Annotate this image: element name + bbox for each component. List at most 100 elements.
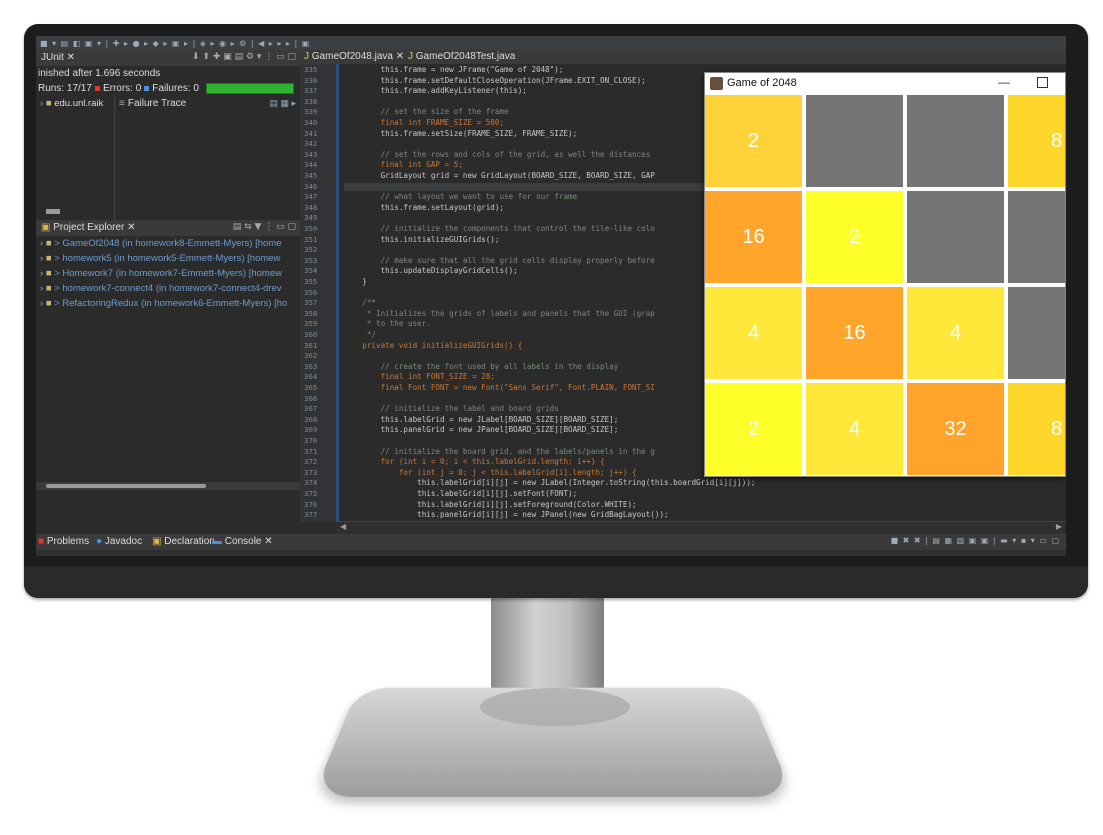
project-explorer-tab-label: Project Explorer bbox=[53, 222, 124, 233]
code-line: this.labelGrid[i][j] = new JLabel(Intege… bbox=[344, 479, 1064, 488]
project-item-label: > homework5 (in homework5-Emmett-Myers) … bbox=[54, 253, 280, 264]
tab-label: Javadoc bbox=[105, 536, 142, 547]
junit-scroll-thumb[interactable] bbox=[46, 209, 60, 214]
filter-icon[interactable]: ▤ ▦ ▸ bbox=[269, 98, 296, 109]
grid-tile bbox=[806, 95, 903, 187]
maximize-icon[interactable] bbox=[1037, 77, 1048, 88]
tab-problems[interactable]: ■ Problems bbox=[38, 536, 89, 547]
line-number: 337 bbox=[304, 87, 317, 96]
line-number: 365 bbox=[304, 384, 317, 393]
project-item-label: > homework7-connect4 (in homework7-conne… bbox=[54, 283, 281, 294]
line-number: 362 bbox=[304, 352, 317, 361]
line-number: 360 bbox=[304, 331, 317, 340]
line-number: 336 bbox=[304, 77, 317, 86]
junit-errors: Errors: 0 bbox=[103, 83, 141, 94]
junit-progress-bar bbox=[206, 83, 294, 94]
close-icon[interactable]: ✕ bbox=[67, 52, 75, 63]
project-item-label: > GameOf2048 (in homework8-Emmett-Myers)… bbox=[54, 238, 281, 249]
monitor-chin bbox=[24, 566, 1088, 598]
monitor-stand-neck bbox=[491, 596, 604, 700]
line-number: 370 bbox=[304, 437, 317, 446]
game-titlebar: Game of 2048 — bbox=[705, 73, 1065, 95]
line-number: 342 bbox=[304, 140, 317, 149]
grid-tile: 16 bbox=[705, 191, 802, 283]
tab-project-explorer[interactable]: ▣ Project Explorer ✕ bbox=[38, 222, 139, 233]
project-item[interactable]: › ■ > Homework7 (in homework7-Emmett-Mye… bbox=[36, 266, 300, 281]
project-explorer-tabbar: ▣ Project Explorer ✕ ▤ ⇆ ▼ ⋮ ▭ ▢ bbox=[36, 220, 300, 236]
tab-console[interactable]: ▬ Console ✕ bbox=[212, 536, 273, 547]
tab-javadoc[interactable]: ● Javadoc bbox=[96, 536, 142, 547]
junit-tab-label: JUnit bbox=[41, 52, 64, 63]
scroll-right-icon[interactable]: ▶ bbox=[1056, 522, 1062, 531]
scroll-thumb[interactable] bbox=[46, 484, 206, 488]
line-number: 374 bbox=[304, 479, 317, 488]
editor-hscroll[interactable]: ◀ ▶ bbox=[336, 521, 1066, 534]
junit-tabbar: JUnit ✕ ⬇ ⬆ ✚ ▣ ▤ ⚙ ▾ ⋮ ▭ ▢ bbox=[36, 50, 300, 66]
junit-tree-item[interactable]: › ■ edu.unl.raik bbox=[36, 96, 118, 111]
close-icon[interactable]: ✕ bbox=[127, 222, 135, 233]
editor-tabbar: J GameOf2048.java ✕ J GameOf2048Test.jav… bbox=[300, 50, 1066, 64]
code-line: this.labelGrid[i][j].setForeground(Color… bbox=[344, 501, 1064, 510]
java-app-icon bbox=[710, 77, 723, 90]
line-number: 366 bbox=[304, 395, 317, 404]
line-number: 343 bbox=[304, 151, 317, 160]
project-item-label: > RefactoringRedux (in homework6-Emmett-… bbox=[54, 298, 287, 309]
line-number: 359 bbox=[304, 320, 317, 329]
project-item[interactable]: › ■ > homework7-connect4 (in homework7-c… bbox=[36, 281, 300, 296]
console-toolbar-icons[interactable]: ■ ✖ ✖ | ▤ ▦ ▧ ▣ ▣ | ▬ ▾ ▪ ▾ ▭ ▢ bbox=[891, 536, 1060, 545]
grid-tile: 8 bbox=[1008, 95, 1065, 187]
junit-runs: Runs: 17/17 bbox=[38, 83, 92, 94]
tab-declaration[interactable]: ▣ Declaration bbox=[152, 536, 215, 547]
line-number-gutter: 335 336 337 338 339 340 341 342 343 344 345 346 347 3… bbox=[300, 64, 339, 522]
project-item-label: > Homework7 (in homework7-Emmett-Myers) … bbox=[54, 268, 282, 279]
failure-icon bbox=[144, 86, 149, 91]
toolbar-icons[interactable]: ■ ▾ ▤ ◧ ▣ ▾ | ✚ ▸ ● ▸ ◆ ▸ ▣ ▸ | ◈ ▸ ◉ ▸ … bbox=[40, 39, 310, 48]
folder-icon: ▣ bbox=[41, 222, 50, 233]
line-number: 354 bbox=[304, 267, 317, 276]
tab-label: Problems bbox=[47, 536, 89, 547]
line-number: 375 bbox=[304, 490, 317, 499]
junit-summary: Runs: 17/17 Errors: 0 Failures: 0 bbox=[36, 81, 300, 96]
line-number: 351 bbox=[304, 236, 317, 245]
line-number: 339 bbox=[304, 108, 317, 117]
line-number: 363 bbox=[304, 363, 317, 372]
failure-trace-header: ≡ Failure Trace ▤ ▦ ▸ bbox=[115, 96, 300, 111]
line-number: 350 bbox=[304, 225, 317, 234]
bottom-tabbar: ■ Problems ● Javadoc ▣ Declaration ▬ Con… bbox=[36, 534, 1066, 550]
failure-trace-panel: ≡ Failure Trace ▤ ▦ ▸ bbox=[114, 96, 300, 220]
junit-body: › ■ edu.unl.raik ≡ Failure Trace ▤ ▦ ▸ bbox=[36, 96, 300, 220]
grid-tile bbox=[1008, 191, 1065, 283]
line-number: 372 bbox=[304, 458, 317, 467]
grid-tile bbox=[907, 95, 1004, 187]
tab-gameof2048-java[interactable]: J GameOf2048.java ✕ bbox=[304, 51, 404, 62]
tab-gameof2048test-java[interactable]: J GameOf2048Test.java bbox=[408, 51, 515, 62]
grid-tile bbox=[907, 191, 1004, 283]
line-number: 367 bbox=[304, 405, 317, 414]
junit-view-controls[interactable]: ⬇ ⬆ ✚ ▣ ▤ ⚙ ▾ ⋮ ▭ ▢ bbox=[192, 52, 296, 62]
grid-tile: 4 bbox=[806, 383, 903, 475]
tab-label: Console bbox=[225, 536, 262, 547]
grid-tile: 16 bbox=[806, 287, 903, 379]
project-explorer-controls[interactable]: ▤ ⇆ ▼ ⋮ ▭ ▢ bbox=[233, 222, 296, 232]
line-number: 348 bbox=[304, 204, 317, 213]
scroll-left-icon[interactable]: ◀ bbox=[340, 522, 346, 531]
main-toolbar: ■ ▾ ▤ ◧ ▣ ▾ | ✚ ▸ ● ▸ ◆ ▸ ▣ ▸ | ◈ ▸ ◉ ▸ … bbox=[36, 36, 1066, 50]
line-number: 369 bbox=[304, 426, 317, 435]
line-number: 373 bbox=[304, 469, 317, 478]
project-icon: ■ bbox=[46, 268, 52, 279]
junit-status: inished after 1.696 seconds bbox=[36, 66, 300, 81]
problems-icon: ■ bbox=[38, 536, 44, 547]
project-item[interactable]: › ■ > homework5 (in homework5-Emmett-Mye… bbox=[36, 251, 300, 266]
project-explorer-hscroll[interactable] bbox=[36, 482, 300, 490]
project-icon: ■ bbox=[46, 238, 52, 249]
project-item[interactable]: › ■ > RefactoringRedux (in homework6-Emm… bbox=[36, 296, 300, 311]
project-icon: ■ bbox=[46, 253, 52, 264]
close-icon[interactable]: ✕ bbox=[396, 51, 404, 62]
close-icon[interactable]: ✕ bbox=[264, 536, 272, 547]
minimize-icon[interactable]: — bbox=[998, 75, 1010, 89]
project-item[interactable]: › ■ > GameOf2048 (in homework8-Emmett-My… bbox=[36, 236, 300, 251]
line-number: 353 bbox=[304, 257, 317, 266]
tab-junit[interactable]: JUnit ✕ bbox=[38, 52, 78, 63]
grid-tile: 2 bbox=[705, 383, 802, 475]
code-line: this.panelGrid[i][j] = new JPanel(new Gr… bbox=[344, 511, 1064, 520]
